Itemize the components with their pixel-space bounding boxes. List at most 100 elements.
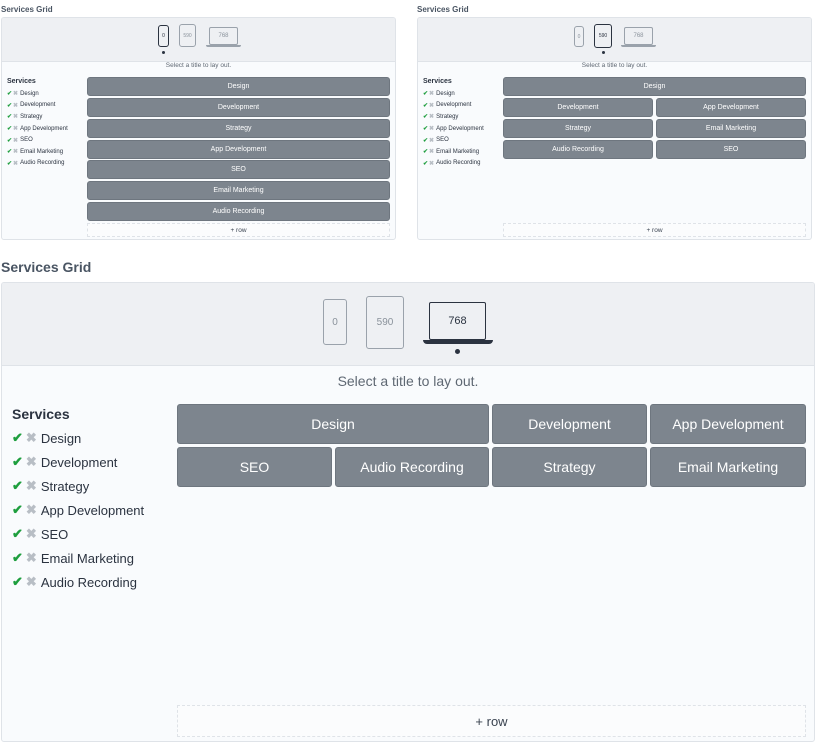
grid-tile[interactable]: Development: [87, 98, 390, 117]
grid-tile[interactable]: Audio Recording: [87, 202, 390, 221]
laptop-device-button[interactable]: 768: [429, 302, 486, 340]
service-item: ✔ ✖ App Development: [423, 123, 484, 135]
active-device-indicator: [162, 51, 165, 54]
close-icon[interactable]: ✖: [429, 113, 434, 120]
check-icon[interactable]: ✔: [12, 478, 23, 494]
phone-width-label: 0: [162, 33, 165, 39]
grid-tile[interactable]: App Development: [656, 98, 806, 117]
close-icon[interactable]: ✖: [13, 102, 18, 109]
service-label: App Development: [40, 502, 145, 518]
laptop-base-icon: [423, 340, 493, 344]
close-icon[interactable]: ✖: [13, 125, 18, 132]
close-icon[interactable]: ✖: [26, 430, 37, 446]
grid-tile[interactable]: Email Marketing: [650, 447, 806, 487]
grid-tile[interactable]: Design: [503, 77, 806, 96]
check-icon[interactable]: ✔: [12, 526, 23, 542]
grid-tile[interactable]: SEO: [656, 140, 806, 159]
grid-tile[interactable]: Design: [87, 77, 390, 96]
close-icon[interactable]: ✖: [26, 526, 37, 542]
laptop-device-button[interactable]: 768: [209, 27, 238, 45]
service-item: ✔ ✖ Audio Recording: [7, 158, 68, 170]
check-icon[interactable]: ✔: [12, 430, 23, 446]
grid-tile[interactable]: Audio Recording: [503, 140, 653, 159]
tablet-device-button[interactable]: 590: [594, 24, 612, 48]
close-icon[interactable]: ✖: [429, 148, 434, 155]
check-icon[interactable]: ✔: [7, 90, 12, 97]
close-icon[interactable]: ✖: [26, 478, 37, 494]
service-label: Audio Recording: [436, 160, 481, 167]
close-icon[interactable]: ✖: [13, 148, 18, 155]
grid-tile[interactable]: Development: [492, 404, 647, 444]
close-icon[interactable]: ✖: [429, 125, 434, 132]
grid-tile[interactable]: Design: [177, 404, 489, 444]
check-icon[interactable]: ✔: [7, 160, 12, 167]
active-device-indicator: [602, 51, 605, 54]
service-label: Development: [436, 102, 472, 109]
tablet-width-label: 590: [598, 33, 608, 39]
grid-tile[interactable]: SEO: [87, 160, 390, 179]
grid-tile[interactable]: Strategy: [87, 119, 390, 138]
add-row-button[interactable]: + row: [87, 223, 390, 237]
service-label: Development: [40, 454, 118, 470]
add-row-button[interactable]: + row: [503, 223, 806, 237]
tablet-device-button[interactable]: 590: [179, 24, 196, 47]
close-icon[interactable]: ✖: [13, 90, 18, 97]
grid-tile[interactable]: Email Marketing: [87, 181, 390, 200]
close-icon[interactable]: ✖: [429, 90, 434, 97]
grid-tile[interactable]: Development: [503, 98, 653, 117]
grid-tile[interactable]: SEO: [177, 447, 332, 487]
check-icon[interactable]: ✔: [12, 454, 23, 470]
close-icon[interactable]: ✖: [13, 160, 18, 167]
check-icon[interactable]: ✔: [7, 148, 12, 155]
close-icon[interactable]: ✖: [26, 502, 37, 518]
phone-device-button[interactable]: 0: [574, 26, 584, 47]
laptop-device-button[interactable]: 768: [624, 27, 653, 45]
close-icon[interactable]: ✖: [26, 550, 37, 566]
check-icon[interactable]: ✔: [7, 137, 12, 144]
service-label: SEO: [40, 526, 69, 542]
close-icon[interactable]: ✖: [429, 160, 434, 167]
section-title: Services Grid: [1, 5, 53, 14]
close-icon[interactable]: ✖: [26, 574, 37, 590]
check-icon[interactable]: ✔: [7, 102, 12, 109]
grid-tile[interactable]: App Development: [87, 140, 390, 159]
close-icon[interactable]: ✖: [13, 137, 18, 144]
service-label: Design: [40, 430, 82, 446]
grid-tile[interactable]: Strategy: [503, 119, 653, 138]
close-icon[interactable]: ✖: [26, 454, 37, 470]
check-icon[interactable]: ✔: [7, 113, 12, 120]
grid-tile[interactable]: Strategy: [492, 447, 647, 487]
grid-tile[interactable]: Email Marketing: [656, 119, 806, 138]
laptop-width-label: 768: [448, 315, 467, 327]
grid-tile[interactable]: Audio Recording: [335, 447, 489, 487]
check-icon[interactable]: ✔: [423, 125, 428, 132]
add-row-button[interactable]: + row: [177, 705, 806, 737]
section-title: Services Grid: [1, 259, 92, 275]
check-icon[interactable]: ✔: [423, 160, 428, 167]
service-item: ✔ ✖ Strategy: [12, 474, 144, 498]
laptop-width-label: 768: [218, 33, 229, 39]
service-item: ✔ ✖ Audio Recording: [423, 158, 484, 170]
check-icon[interactable]: ✔: [12, 550, 23, 566]
service-label: Design: [436, 90, 455, 97]
check-icon[interactable]: ✔: [7, 125, 12, 132]
service-label: Email Marketing: [40, 550, 135, 566]
laptop-base-icon: [206, 45, 241, 47]
service-item: ✔ ✖ Development: [423, 100, 484, 112]
check-icon[interactable]: ✔: [423, 113, 428, 120]
phone-device-button[interactable]: 0: [158, 25, 169, 47]
check-icon[interactable]: ✔: [423, 148, 428, 155]
check-icon[interactable]: ✔: [423, 137, 428, 144]
tablet-device-button[interactable]: 590: [366, 296, 404, 349]
close-icon[interactable]: ✖: [429, 137, 434, 144]
phone-device-button[interactable]: 0: [323, 299, 347, 345]
service-label: Audio Recording: [40, 574, 137, 590]
close-icon[interactable]: ✖: [429, 102, 434, 109]
check-icon[interactable]: ✔: [423, 90, 428, 97]
close-icon[interactable]: ✖: [13, 113, 18, 120]
tablet-width-label: 590: [376, 317, 394, 328]
check-icon[interactable]: ✔: [12, 502, 23, 518]
grid-tile[interactable]: App Development: [650, 404, 806, 444]
check-icon[interactable]: ✔: [423, 102, 428, 109]
check-icon[interactable]: ✔: [12, 574, 23, 590]
